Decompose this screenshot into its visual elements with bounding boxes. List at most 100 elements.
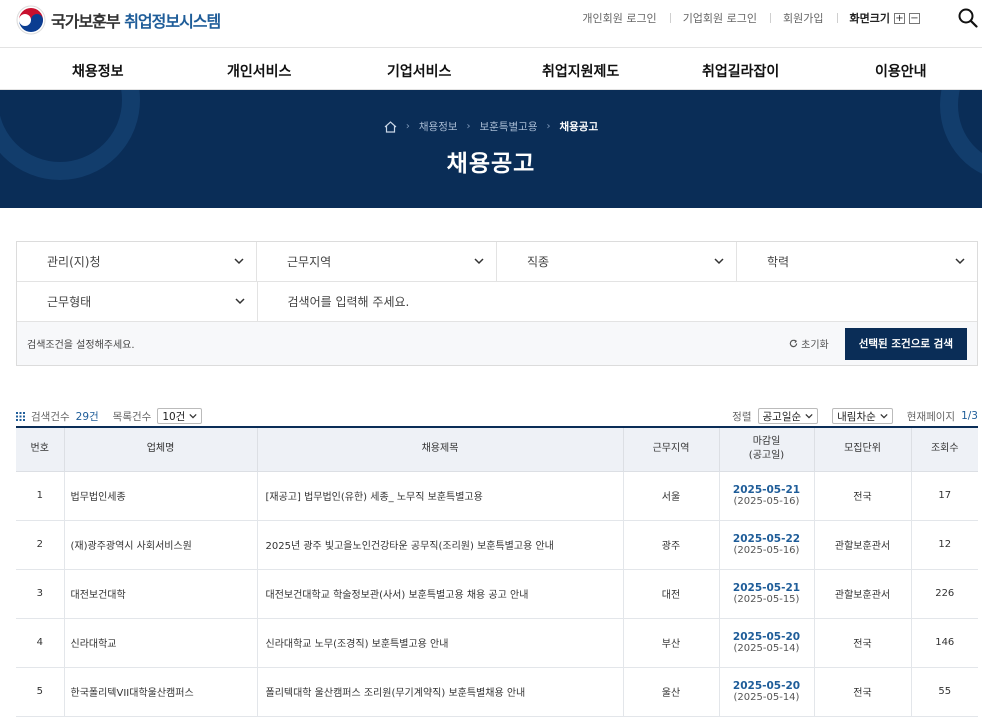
- col-header-company: 업체명: [64, 426, 258, 472]
- home-icon[interactable]: [384, 120, 397, 133]
- personal-login-link[interactable]: 개인회원 로그인: [569, 10, 669, 26]
- row-unit: 전국: [814, 471, 912, 521]
- row-deadline: 2025-05-22 (2025-05-16): [719, 520, 815, 570]
- apply-search-button[interactable]: 선택된 조건으로 검색: [844, 327, 967, 360]
- col-header-number: 번호: [16, 426, 65, 472]
- table-row[interactable]: 5 한국폴리텍VII대학울산캠퍼스 폴리텍대학 울산캠퍼스 조리원(무기계약직)…: [16, 667, 978, 717]
- table-row[interactable]: 2 (재)광주광역시 사회서비스원 2025년 광주 빛고을노인건강타운 공무직…: [16, 520, 978, 570]
- site-logo[interactable]: 국가보훈부 취업정보시스템: [16, 5, 221, 35]
- row-deadline: 2025-05-21 (2025-05-15): [719, 569, 815, 619]
- search-icon[interactable]: [958, 8, 978, 28]
- per-page-value: 10건: [162, 410, 186, 423]
- keyword-search-input[interactable]: 검색어를 입력해 주세요.: [258, 282, 978, 321]
- chevron-right-icon: ›: [546, 121, 551, 132]
- per-page-select[interactable]: 10건: [157, 408, 203, 424]
- employment-type-label: 근무형태: [47, 295, 92, 309]
- current-page: 1/3: [961, 410, 978, 422]
- education-select-label: 학력: [767, 255, 790, 269]
- logo-main-text: 국가보훈부: [51, 12, 121, 31]
- row-unit: 관할보훈관서: [814, 569, 912, 619]
- breadcrumb-item[interactable]: 보훈특별고용: [480, 119, 538, 134]
- sort-label: 정렬: [732, 410, 752, 423]
- sort-select[interactable]: 공고일순: [757, 408, 819, 424]
- zoom-out-button[interactable]: −: [909, 12, 920, 24]
- breadcrumb-current: 채용공고: [559, 121, 599, 133]
- col-header-views: 조회수: [911, 426, 978, 472]
- row-deadline: 2025-05-21 (2025-05-16): [719, 471, 815, 521]
- table-row[interactable]: 3 대전보건대학 대전보건대학교 학술정보관(사서) 보훈특별고용 채용 공고 …: [16, 569, 978, 619]
- row-number: 4: [16, 618, 65, 668]
- row-deadline: 2025-05-20 (2025-05-14): [719, 667, 815, 717]
- row-region: 울산: [623, 667, 720, 717]
- row-title-link[interactable]: [재공고] 법무법인(유한) 세종_ 노무직 보훈특별고용: [257, 471, 624, 521]
- posted-date: (2025-05-14): [733, 692, 800, 703]
- office-select[interactable]: 관리(지)청: [17, 242, 257, 281]
- table-row[interactable]: 1 법무법인세종 [재공고] 법무법인(유한) 세종_ 노무직 보훈특별고용 서…: [16, 471, 978, 521]
- row-region: 대전: [623, 569, 720, 619]
- region-select-label: 근무지역: [287, 255, 332, 269]
- employment-type-select[interactable]: 근무형태: [17, 282, 258, 321]
- row-title-link[interactable]: 신라대학교 노무(조경직) 보훈특별고용 안내: [257, 618, 624, 668]
- row-title-link[interactable]: 폴리텍대학 울산캠퍼스 조리원(무기계약직) 보훈특별채용 안내: [257, 667, 624, 717]
- result-count: 29건: [75, 410, 99, 423]
- breadcrumb: › 채용정보 › 보훈특별고용 › 채용공고: [0, 119, 982, 134]
- list-icon: [16, 411, 25, 421]
- office-select-label: 관리(지)청: [47, 255, 101, 269]
- posted-date: (2025-05-16): [733, 496, 800, 507]
- current-page-label: 현재페이지: [906, 410, 956, 423]
- row-number: 1: [16, 471, 65, 521]
- reset-button[interactable]: 초기화: [789, 336, 829, 351]
- result-count-label: 검색건수: [31, 410, 70, 423]
- chevron-right-icon: ›: [405, 121, 410, 132]
- col-header-region: 근무지역: [623, 426, 720, 472]
- row-views: 12: [911, 520, 978, 570]
- region-select[interactable]: 근무지역: [257, 242, 497, 281]
- posted-date: (2025-05-15): [733, 594, 800, 605]
- row-title-link[interactable]: 2025년 광주 빛고을노인건강타운 공무직(조리원) 보훈특별고용 안내: [257, 520, 624, 570]
- nav-personal-service[interactable]: 개인서비스: [227, 61, 291, 81]
- chevron-right-icon: ›: [466, 121, 471, 132]
- zoom-in-button[interactable]: +: [894, 12, 905, 24]
- order-select[interactable]: 내림차순: [832, 408, 893, 424]
- page-title: 채용공고: [446, 151, 536, 177]
- breadcrumb-item[interactable]: 채용정보: [419, 119, 458, 134]
- logo-accent-text: 취업정보시스템: [124, 12, 221, 31]
- chevron-down-icon: [234, 298, 245, 305]
- table-header-row: 번호 업체명 채용제목 근무지역 마감일 (공고일) 모집단위 조회수: [16, 426, 978, 472]
- row-company: 신라대학교: [64, 618, 258, 668]
- screen-size-label: 화면크기: [849, 12, 890, 25]
- col-header-title: 채용제목: [257, 426, 624, 472]
- job-type-select[interactable]: 직종: [497, 242, 737, 281]
- chevron-down-icon: [955, 258, 965, 265]
- chevron-down-icon: [880, 413, 888, 419]
- row-views: 226: [911, 569, 978, 619]
- nav-company-service[interactable]: 기업서비스: [387, 61, 451, 81]
- deadline-date: 2025-05-20: [732, 631, 801, 643]
- order-value: 내림차순: [837, 410, 876, 423]
- nav-career-guide[interactable]: 취업길라잡이: [702, 61, 779, 81]
- chevron-down-icon: [189, 413, 197, 419]
- posted-header-label: (공고일): [748, 450, 785, 462]
- row-number: 5: [16, 667, 65, 717]
- row-company: 대전보건대학: [64, 569, 258, 619]
- row-region: 서울: [623, 471, 720, 521]
- company-login-link[interactable]: 기업회원 로그인: [669, 10, 770, 26]
- signup-link[interactable]: 회원가입: [770, 10, 836, 26]
- row-company: (재)광주광역시 사회서비스원: [64, 520, 258, 570]
- row-views: 146: [911, 618, 978, 668]
- col-header-deadline: 마감일 (공고일): [719, 426, 815, 472]
- sort-value: 공고일순: [762, 410, 802, 423]
- row-title-link[interactable]: 대전보건대학교 학술정보관(사서) 보훈특별고용 채용 공고 안내: [257, 569, 624, 619]
- nav-job-info[interactable]: 채용정보: [72, 61, 124, 81]
- row-number: 2: [16, 520, 65, 570]
- chevron-down-icon: [714, 258, 724, 265]
- posted-date: (2025-05-14): [733, 643, 800, 654]
- table-row[interactable]: 4 신라대학교 신라대학교 노무(조경직) 보훈특별고용 안내 부산 2025-…: [16, 618, 978, 668]
- education-select[interactable]: 학력: [737, 242, 977, 281]
- nav-employment-support[interactable]: 취업지원제도: [542, 61, 619, 81]
- row-views: 55: [911, 667, 978, 717]
- nav-usage-guide[interactable]: 이용안내: [875, 61, 927, 81]
- deadline-date: 2025-05-22: [732, 533, 801, 545]
- row-views: 17: [911, 471, 978, 521]
- top-bar: 국가보훈부 취업정보시스템 개인회원 로그인 기업회원 로그인 회원가입 화면크…: [0, 0, 982, 48]
